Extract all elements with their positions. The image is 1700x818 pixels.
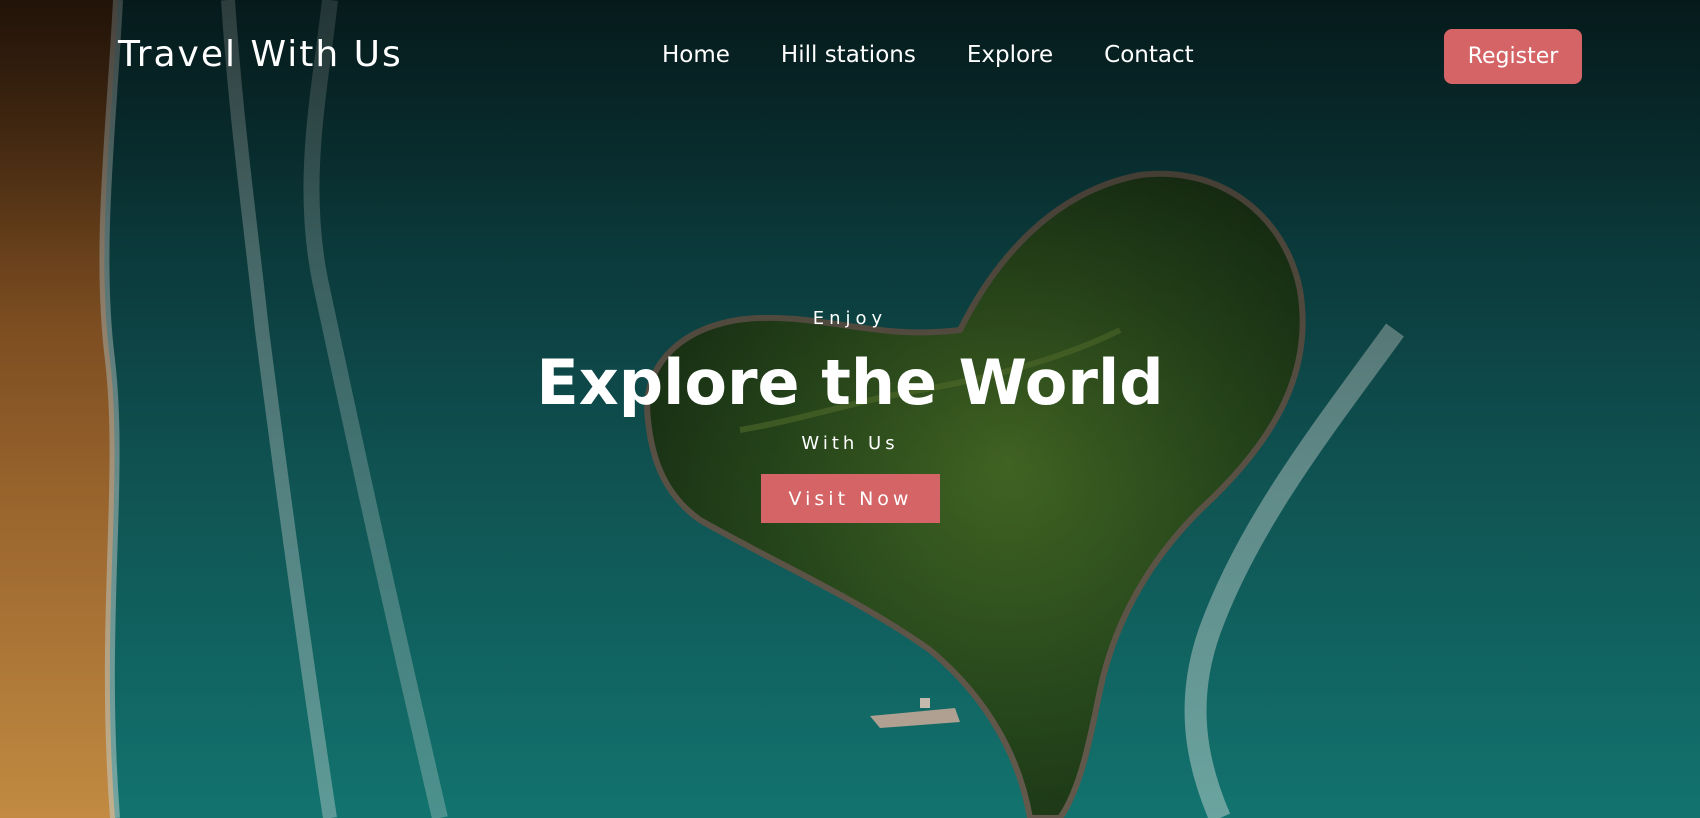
nav-link-contact[interactable]: Contact [1104, 42, 1193, 68]
top-navigation: Travel With Us Home Hill stations Explor… [0, 0, 1700, 112]
nav-link-explore[interactable]: Explore [967, 42, 1053, 68]
visit-now-button[interactable]: Visit Now [761, 474, 940, 523]
nav-link-home[interactable]: Home [662, 42, 730, 68]
register-button[interactable]: Register [1444, 29, 1582, 84]
hero-section [0, 0, 1700, 818]
brand-logo[interactable]: Travel With Us [118, 34, 403, 75]
nav-links: Home Hill stations Explore Contact [662, 42, 1194, 68]
dark-overlay [0, 0, 1700, 818]
nav-link-hill-stations[interactable]: Hill stations [781, 42, 916, 68]
